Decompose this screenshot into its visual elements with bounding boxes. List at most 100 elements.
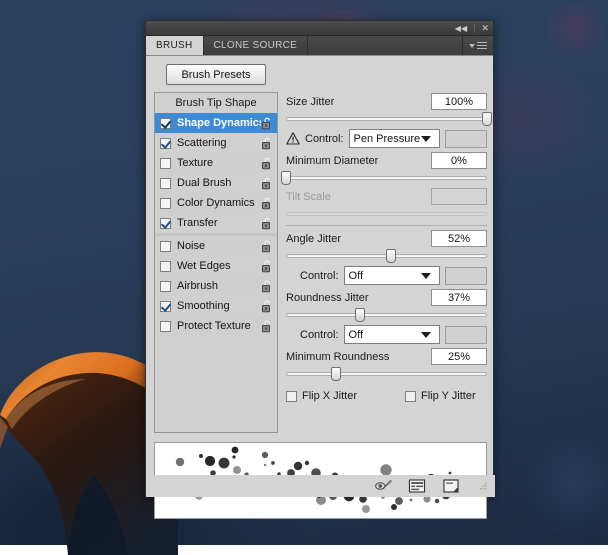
background-light-flare: [540, 0, 608, 60]
list-item-label: Noise: [177, 240, 261, 252]
create-new-brush-icon[interactable]: [442, 478, 460, 494]
minimum-roundness-row: Minimum Roundness 25%: [286, 347, 487, 366]
list-item-transfer[interactable]: Transfer: [155, 213, 277, 233]
slider-handle[interactable]: [355, 308, 365, 322]
lock-open-icon[interactable]: [261, 157, 273, 170]
lock-open-icon[interactable]: [261, 300, 273, 313]
close-panel-button[interactable]: ✕: [481, 24, 488, 33]
lock-open-icon[interactable]: [261, 320, 273, 333]
list-item-smoothing[interactable]: Smoothing: [155, 296, 277, 316]
checkbox-texture[interactable]: [160, 158, 171, 169]
tab-clone-source[interactable]: CLONE SOURCE: [204, 36, 309, 55]
size-control-extra-field[interactable]: [445, 130, 487, 148]
size-jitter-slider[interactable]: [286, 112, 487, 126]
angle-control-dropdown[interactable]: Off: [344, 266, 440, 285]
list-item-label: Shape Dynamics: [177, 117, 261, 129]
slider-track: [286, 212, 487, 216]
slider-track: [286, 176, 487, 180]
brush-presets-column: Brush Presets: [154, 64, 278, 85]
checkbox-protect-texture[interactable]: [160, 321, 171, 332]
checkbox-smoothing[interactable]: [160, 301, 171, 312]
panel-tabstrip: BRUSH CLONE SOURCE: [146, 36, 493, 56]
chevron-down-icon: [469, 44, 475, 48]
angle-control-value: Off: [349, 270, 421, 282]
checkbox-scattering[interactable]: [160, 138, 171, 149]
tab-brush[interactable]: BRUSH: [146, 36, 204, 55]
minimum-roundness-slider[interactable]: [286, 367, 487, 381]
lock-open-icon[interactable]: [261, 177, 273, 190]
slider-handle[interactable]: [482, 112, 492, 126]
minimum-diameter-row: Minimum Diameter 0%: [286, 151, 487, 170]
list-item-protect-texture[interactable]: Protect Texture: [155, 316, 277, 336]
chevron-down-icon: [421, 332, 431, 338]
checkbox-transfer[interactable]: [160, 218, 171, 229]
panel-body: Brush Presets Brush Tip Shape Shape Dyna…: [146, 56, 493, 497]
section-divider: [286, 225, 487, 226]
lock-open-icon[interactable]: [261, 137, 273, 150]
lock-open-icon[interactable]: [261, 240, 273, 253]
size-control-dropdown[interactable]: Pen Pressure: [349, 129, 440, 148]
checkbox-box: [286, 391, 297, 402]
flip-y-jitter-checkbox[interactable]: Flip Y Jitter: [405, 390, 476, 402]
list-item-label: Color Dynamics: [177, 197, 261, 209]
brush-presets-button[interactable]: Brush Presets: [166, 64, 266, 85]
resize-grip[interactable]: [478, 482, 487, 491]
checkbox-box: [405, 391, 416, 402]
angle-jitter-value[interactable]: 52%: [431, 230, 487, 247]
tilt-scale-slider: [286, 207, 487, 221]
slider-handle[interactable]: [386, 249, 396, 263]
list-item-shape-dynamics[interactable]: Shape Dynamics: [155, 113, 277, 133]
slider-handle[interactable]: [281, 171, 291, 185]
lock-open-icon[interactable]: [261, 117, 273, 130]
open-preset-manager-icon[interactable]: [408, 478, 426, 494]
toggle-live-tip-brush-preview-icon[interactable]: [374, 478, 392, 494]
lock-open-icon[interactable]: [261, 197, 273, 210]
minimum-roundness-value[interactable]: 25%: [431, 348, 487, 365]
checkbox-color-dynamics[interactable]: [160, 198, 171, 209]
lock-open-icon[interactable]: [261, 217, 273, 230]
list-item-noise[interactable]: Noise: [155, 236, 277, 256]
brush-panel: ◀◀ | ✕ BRUSH CLONE SOURCE Brush Presets …: [145, 20, 494, 496]
panel-menu-icon[interactable]: [463, 36, 493, 55]
list-item-scattering[interactable]: Scattering: [155, 133, 277, 153]
slider-handle[interactable]: [331, 367, 341, 381]
list-item-dual-brush[interactable]: Dual Brush: [155, 173, 277, 193]
brush-tip-shape-item[interactable]: Brush Tip Shape: [155, 93, 277, 113]
list-item-airbrush[interactable]: Airbrush: [155, 276, 277, 296]
checkbox-noise[interactable]: [160, 241, 171, 252]
roundness-control-dropdown[interactable]: Off: [344, 325, 440, 344]
angle-control-extra-field[interactable]: [445, 267, 487, 285]
size-control-label: Control:: [305, 133, 344, 145]
flip-x-jitter-checkbox[interactable]: Flip X Jitter: [286, 390, 357, 402]
minimum-diameter-slider[interactable]: [286, 171, 487, 185]
panel-titlebar: ◀◀ | ✕: [146, 21, 493, 36]
minimum-roundness-label: Minimum Roundness: [286, 351, 389, 363]
roundness-jitter-label: Roundness Jitter: [286, 292, 369, 304]
slider-track: [286, 372, 487, 376]
checkbox-dual-brush[interactable]: [160, 178, 171, 189]
chevron-down-icon: [421, 273, 431, 279]
lock-open-icon[interactable]: [261, 260, 273, 273]
tilt-scale-label: Tilt Scale: [286, 191, 331, 203]
checkbox-airbrush[interactable]: [160, 281, 171, 292]
lock-open-icon[interactable]: [261, 280, 273, 293]
roundness-jitter-value[interactable]: 37%: [431, 289, 487, 306]
list-item-label: Smoothing: [177, 300, 261, 312]
size-jitter-value[interactable]: 100%: [431, 93, 487, 110]
hamburger-icon: [477, 42, 487, 49]
angle-jitter-label: Angle Jitter: [286, 233, 341, 245]
list-item-label: Protect Texture: [177, 320, 261, 332]
roundness-jitter-slider[interactable]: [286, 308, 487, 322]
list-item-wet-edges[interactable]: Wet Edges: [155, 256, 277, 276]
angle-control-label: Control:: [300, 270, 339, 282]
collapse-to-icons-button[interactable]: ◀◀: [455, 24, 467, 33]
angle-jitter-slider[interactable]: [286, 249, 487, 263]
roundness-control-extra-field[interactable]: [445, 326, 487, 344]
size-control-value: Pen Pressure: [354, 133, 421, 145]
list-item-texture[interactable]: Texture: [155, 153, 277, 173]
checkbox-shape-dynamics[interactable]: [160, 118, 171, 129]
list-item-color-dynamics[interactable]: Color Dynamics: [155, 193, 277, 213]
warning-triangle-icon: [286, 132, 300, 145]
checkbox-wet-edges[interactable]: [160, 261, 171, 272]
minimum-diameter-value[interactable]: 0%: [431, 152, 487, 169]
